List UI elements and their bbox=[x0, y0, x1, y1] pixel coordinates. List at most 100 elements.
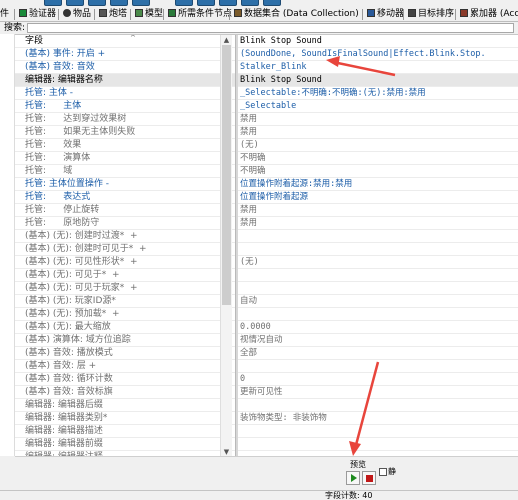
table-row[interactable]: 托管: 主体 _Selectable bbox=[15, 100, 518, 113]
property-field-name[interactable]: 托管: 表达式 bbox=[15, 191, 235, 204]
property-field-name[interactable]: (基本) (无): 创建时过渡* + bbox=[15, 230, 235, 243]
column-splitter[interactable] bbox=[235, 35, 238, 456]
tab-generic[interactable]: 件 bbox=[0, 8, 9, 21]
table-row[interactable]: (基本) (无): 创建时可见于* + bbox=[15, 243, 518, 256]
property-value[interactable]: _Selectable:不明确:不明确:(无):禁用:禁用 bbox=[238, 87, 518, 100]
property-value[interactable]: (无) bbox=[238, 256, 518, 269]
property-field-name[interactable]: (基本) 音效: 播放模式 bbox=[15, 347, 235, 360]
property-value[interactable] bbox=[238, 438, 518, 451]
property-field-name[interactable]: (基本) (无): 玩家ID源* bbox=[15, 295, 235, 308]
tab-validator[interactable]: 验证器 bbox=[16, 8, 56, 21]
table-row[interactable]: (基本) (无): 创建时过渡* + bbox=[15, 230, 518, 243]
table-row[interactable]: 托管: 效果 (无) bbox=[15, 139, 518, 152]
table-row[interactable]: 编辑器: 编辑器后缀 bbox=[15, 399, 518, 412]
tab-data-collection[interactable]: 数据集合 (Data Collection) bbox=[231, 8, 359, 21]
property-value[interactable]: (无) bbox=[238, 139, 518, 152]
scroll-down-icon[interactable]: ▼ bbox=[221, 447, 232, 456]
property-field-name[interactable]: (基本) (无): 可见于玩家* + bbox=[15, 282, 235, 295]
property-value[interactable]: 自动 bbox=[238, 295, 518, 308]
table-row[interactable]: (基本) (无): 可见于玩家* + bbox=[15, 282, 518, 295]
property-value[interactable]: Blink Stop Sound bbox=[238, 74, 518, 87]
table-row[interactable]: (基本) (无): 可见于* + bbox=[15, 269, 518, 282]
property-field-name[interactable]: 托管: 域 bbox=[15, 165, 235, 178]
table-row[interactable]: (基本) 事件: 开启 + (SoundDone, SoundIsFinalSou… bbox=[15, 48, 518, 61]
toolbar-button-icon[interactable] bbox=[66, 0, 84, 6]
table-row[interactable]: 编辑器: 编辑器前缀 bbox=[15, 438, 518, 451]
property-field-name[interactable]: (基本) 音效: 循环计数 bbox=[15, 373, 235, 386]
toolbar-button-icon[interactable] bbox=[219, 0, 237, 6]
table-row[interactable]: 托管: 主体 - _Selectable:不明确:不明确:(无):禁用:禁用 bbox=[15, 87, 518, 100]
toolbar-button-icon[interactable] bbox=[110, 0, 128, 6]
property-field-name[interactable]: (基本) 音效: 音效标旗 bbox=[15, 386, 235, 399]
property-field-name[interactable]: (基本) (无): 创建时可见于* + bbox=[15, 243, 235, 256]
table-row[interactable]: 托管: 域不明确 bbox=[15, 165, 518, 178]
mute-checkbox[interactable] bbox=[379, 468, 387, 476]
tab-turret[interactable]: 炮塔 bbox=[96, 8, 127, 21]
table-row[interactable]: (基本) (无): 玩家ID源* 自动 bbox=[15, 295, 518, 308]
property-value[interactable]: 装饰物类型: 非装饰物 bbox=[238, 412, 518, 425]
table-row[interactable]: 托管: 停止旋转 禁用 bbox=[15, 204, 518, 217]
property-field-name[interactable]: 托管: 如果无主体则失败 bbox=[15, 126, 235, 139]
property-field-name[interactable]: (基本) 音效: 层 + bbox=[15, 360, 235, 373]
property-field-name[interactable]: 托管: 演算体 bbox=[15, 152, 235, 165]
property-field-name[interactable]: 托管: 达到穿过效果树 bbox=[15, 113, 235, 126]
table-row[interactable]: (基本) 音效: 层 + bbox=[15, 360, 518, 373]
property-value[interactable]: 不明确 bbox=[238, 152, 518, 165]
property-field-name[interactable]: 编辑器: 编辑器名称 bbox=[15, 74, 235, 87]
property-value[interactable] bbox=[238, 308, 518, 321]
property-value[interactable] bbox=[238, 360, 518, 373]
toolbar-button-icon[interactable] bbox=[175, 0, 193, 6]
table-row[interactable]: (基本) 音效: 音效 Stalker_Blink bbox=[15, 61, 518, 74]
property-field-name[interactable]: 编辑器: 编辑器前缀 bbox=[15, 438, 235, 451]
property-field-name[interactable]: (基本) (无): 最大缩放 bbox=[15, 321, 235, 334]
property-value[interactable]: 禁用 bbox=[238, 126, 518, 139]
property-field-name[interactable]: (基本) 音效: 音效 bbox=[15, 61, 235, 74]
property-value[interactable]: 更新可见性 bbox=[238, 386, 518, 399]
property-value[interactable]: 全部 bbox=[238, 347, 518, 360]
property-value[interactable]: (SoundDone, SoundIsFinalSound|Effect.Bli… bbox=[238, 48, 518, 61]
table-row[interactable]: (基本) (无): 最大缩放 0.0000 bbox=[15, 321, 518, 334]
property-value[interactable] bbox=[238, 399, 518, 412]
property-field-name[interactable]: 编辑器: 编辑器后缀 bbox=[15, 399, 235, 412]
property-field-name[interactable]: 托管: 原地防守 bbox=[15, 217, 235, 230]
vertical-scrollbar[interactable]: ▲ ▼ bbox=[220, 35, 232, 456]
table-row[interactable]: 编辑器: 编辑器类别* 装饰物类型: 非装饰物 bbox=[15, 412, 518, 425]
table-row[interactable]: (基本) (无): 预加载* + bbox=[15, 308, 518, 321]
property-field-name[interactable]: 编辑器: 编辑器类别* bbox=[15, 412, 235, 425]
property-value[interactable]: Stalker_Blink bbox=[238, 61, 518, 74]
tab-item[interactable]: 物品 bbox=[60, 8, 91, 21]
table-row[interactable]: (基本) (无): 可见性形状* + (无) bbox=[15, 256, 518, 269]
property-value[interactable]: 禁用 bbox=[238, 113, 518, 126]
property-value[interactable] bbox=[238, 282, 518, 295]
property-value[interactable]: 0.0000 bbox=[238, 321, 518, 334]
property-value[interactable]: 0 bbox=[238, 373, 518, 386]
search-input[interactable] bbox=[27, 23, 514, 33]
scrollbar-thumb[interactable] bbox=[222, 45, 231, 305]
toolbar-button-icon[interactable] bbox=[132, 0, 150, 6]
tab-mover[interactable]: 移动器 bbox=[364, 8, 404, 21]
field-column-header[interactable]: 字段 bbox=[15, 35, 235, 48]
toolbar-button-icon[interactable] bbox=[197, 0, 215, 6]
property-value[interactable] bbox=[238, 269, 518, 282]
property-field-name[interactable]: 托管: 效果 bbox=[15, 139, 235, 152]
table-row[interactable]: (基本) 演算体: 域方位追踪 视情况自动 bbox=[15, 334, 518, 347]
table-row[interactable]: 托管: 如果无主体则失败 禁用 bbox=[15, 126, 518, 139]
toolbar-button-icon[interactable] bbox=[241, 0, 259, 6]
play-button[interactable] bbox=[346, 471, 360, 485]
property-value[interactable]: 位置操作附着起源 bbox=[238, 191, 518, 204]
table-row[interactable]: (基本) 音效: 播放模式 全部 bbox=[15, 347, 518, 360]
property-field-name[interactable]: 托管: 主体位置操作 - bbox=[15, 178, 235, 191]
toolbar-button-icon[interactable] bbox=[44, 0, 62, 6]
property-field-name[interactable]: (基本) (无): 可见性形状* + bbox=[15, 256, 235, 269]
property-value[interactable]: _Selectable bbox=[238, 100, 518, 113]
property-field-name[interactable]: (基本) (无): 可见于* + bbox=[15, 269, 235, 282]
property-field-name[interactable]: (基本) (无): 预加载* + bbox=[15, 308, 235, 321]
tab-target-sort[interactable]: 目标排序 bbox=[405, 8, 454, 21]
tab-accumulator[interactable]: 累加器 (Accu bbox=[457, 8, 518, 21]
table-row[interactable]: 托管: 原地防守 禁用 bbox=[15, 217, 518, 230]
property-value[interactable] bbox=[238, 243, 518, 256]
toolbar-button-icon[interactable] bbox=[88, 0, 106, 6]
table-row[interactable]: (基本) 音效: 循环计数 0 bbox=[15, 373, 518, 386]
table-row[interactable]: 编辑器: 编辑器名称 Blink Stop Sound bbox=[15, 74, 518, 87]
property-value[interactable] bbox=[238, 230, 518, 243]
